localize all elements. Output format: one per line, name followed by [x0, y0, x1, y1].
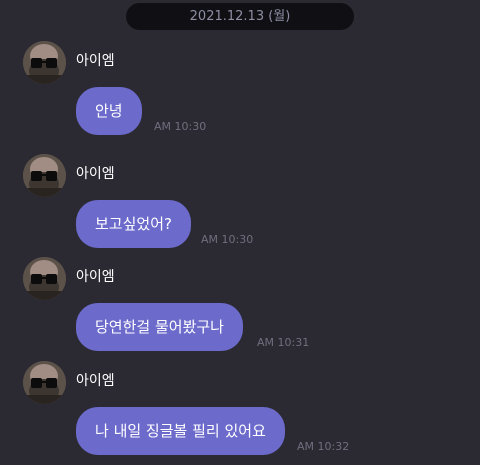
message-timestamp: AM 10:30	[201, 233, 254, 246]
message-bubble[interactable]: 안녕	[76, 87, 142, 135]
sender-name: 아이엠	[76, 53, 115, 69]
avatar[interactable]	[23, 154, 66, 197]
profile-photo-icon	[23, 41, 66, 84]
chat-message: 아이엠 나 내일 징글볼 필리 있어요 AM 10:32	[0, 361, 480, 465]
chat-message: 아이엠 당연한걸 물어봤구나 AM 10:31	[0, 257, 480, 361]
avatar[interactable]	[23, 361, 66, 404]
message-timestamp: AM 10:32	[297, 440, 350, 453]
avatar[interactable]	[23, 41, 66, 84]
sender-name: 아이엠	[76, 269, 115, 285]
chat-message: 아이엠 보고싶었어? AM 10:30	[0, 154, 480, 258]
sender-name: 아이엠	[76, 166, 115, 182]
message-timestamp: AM 10:31	[257, 336, 310, 349]
message-bubble[interactable]: 당연한걸 물어봤구나	[76, 303, 243, 351]
sender-name: 아이엠	[76, 373, 115, 389]
profile-photo-icon	[23, 257, 66, 300]
profile-photo-icon	[23, 154, 66, 197]
avatar[interactable]	[23, 257, 66, 300]
message-bubble[interactable]: 보고싶었어?	[76, 200, 191, 248]
message-bubble[interactable]: 나 내일 징글볼 필리 있어요	[76, 407, 285, 455]
profile-photo-icon	[23, 361, 66, 404]
chat-message: 아이엠 안녕 AM 10:30	[0, 41, 480, 145]
date-divider: 2021.12.13 (월)	[126, 3, 354, 30]
message-timestamp: AM 10:30	[154, 120, 207, 133]
